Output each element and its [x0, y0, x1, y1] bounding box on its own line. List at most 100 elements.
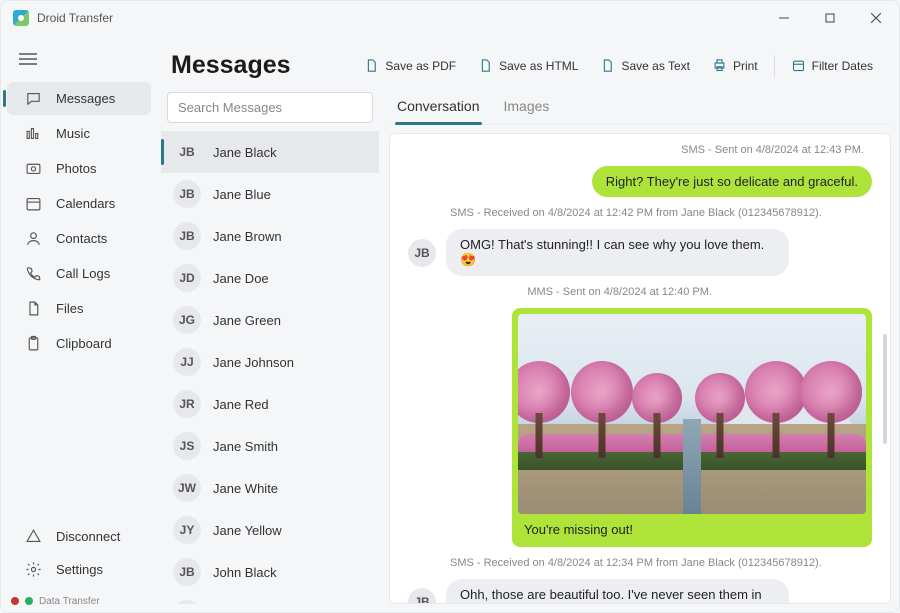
nav-label: Call Logs [56, 266, 110, 281]
photo-icon [25, 160, 42, 177]
nav-label: Contacts [56, 231, 107, 246]
nav: Messages Music Photos Calendars Contacts [1, 82, 157, 520]
hamburger-menu[interactable] [1, 45, 157, 82]
mms-image[interactable] [518, 314, 866, 514]
maximize-button[interactable] [807, 1, 853, 35]
avatar: JB [408, 588, 436, 604]
contact-list[interactable]: JBJane BlackJBJane Blue JB Jane Brown JD Jan… [161, 131, 379, 604]
contact-item[interactable]: JBJane Blue [161, 173, 379, 215]
nav-label: Photos [56, 161, 96, 176]
contact-name: Jane Brown [213, 229, 282, 244]
chat-icon [25, 90, 42, 107]
nav-contacts[interactable]: Contacts [7, 222, 151, 255]
status-dot-red [11, 597, 19, 605]
gear-icon [25, 561, 42, 578]
contact-item[interactable]: JB Jane Brown [161, 215, 379, 257]
received-bubble: Ohh, those are beautiful too. I've never… [446, 579, 789, 604]
titlebar: Droid Transfer [1, 1, 899, 35]
music-icon [25, 125, 42, 142]
contact-item[interactable]: JBJohn Black [161, 551, 379, 593]
sidebar-footer: Disconnect Settings [1, 520, 157, 590]
contact-item[interactable]: JG Jane Green [161, 299, 379, 341]
contact-name: Jane Smith [213, 439, 278, 454]
contact-name: Jane Doe [213, 271, 269, 286]
person-icon [25, 230, 42, 247]
mms-card: You're missing out! [512, 308, 872, 547]
status-text: Data Transfer [39, 596, 100, 607]
page-title: Messages [171, 51, 291, 80]
toolbar: Save as PDF Save as HTML Save as Text Pr… [356, 53, 881, 78]
contact-name: Jane Red [213, 397, 269, 412]
separator [774, 55, 775, 77]
scrollbar[interactable] [883, 334, 887, 444]
avatar: JJ [173, 348, 201, 376]
tabs: Conversation Images [389, 92, 891, 125]
save-text-button[interactable]: Save as Text [592, 53, 697, 78]
contact-item[interactable]: JBJane Black [161, 131, 379, 173]
received-bubble: OMG! That's stunning!! I can see why you… [446, 229, 789, 276]
nav-clipboard[interactable]: Clipboard [7, 327, 151, 360]
nav-settings[interactable]: Settings [7, 553, 151, 586]
nav-music[interactable]: Music [7, 117, 151, 150]
app-icon [13, 10, 29, 26]
avatar: JB [408, 239, 436, 267]
status-bar: Data Transfer [1, 590, 157, 612]
nav-disconnect[interactable]: Disconnect [7, 520, 151, 553]
button-label: Print [733, 59, 758, 73]
nav-calendars[interactable]: Calendars [7, 187, 151, 220]
save-html-button[interactable]: Save as HTML [470, 53, 586, 78]
minimize-button[interactable] [761, 1, 807, 35]
close-button[interactable] [853, 1, 899, 35]
app-window: Droid Transfer Messages Music [0, 0, 900, 613]
nav-label: Clipboard [56, 336, 112, 351]
nav-label: Music [56, 126, 90, 141]
nav-call-logs[interactable]: Call Logs [7, 257, 151, 290]
contact-item[interactable]: JW Jane White [161, 467, 379, 509]
window-controls [761, 1, 899, 35]
avatar: JD [173, 264, 201, 292]
main: Messages Save as PDF Save as HTML Save a… [157, 35, 899, 612]
avatar: JW [173, 474, 201, 502]
sidebar: Messages Music Photos Calendars Contacts [1, 35, 157, 612]
contact-item[interactable]: JD Jane Doe [161, 257, 379, 299]
avatar: JB [173, 558, 201, 586]
contacts-column: Search Messages JBJane BlackJBJane BlueJ… [161, 92, 379, 604]
contact-name: Jane Yellow [213, 523, 282, 538]
search-input[interactable]: Search Messages [167, 92, 373, 123]
nav-label: Files [56, 301, 83, 316]
nav-photos[interactable]: Photos [7, 152, 151, 185]
received-row: JB Ohh, those are beautiful too. I've ne… [408, 579, 872, 604]
contact-item[interactable]: JS Jane Smith [161, 425, 379, 467]
contact-item[interactable]: JBJohn Blue [161, 593, 379, 604]
contact-item[interactable]: JJ Jane Johnson [161, 341, 379, 383]
tab-conversation[interactable]: Conversation [395, 92, 482, 124]
nav-label: Calendars [56, 196, 115, 211]
button-label: Save as HTML [499, 59, 578, 73]
calendar-icon [25, 195, 42, 212]
avatar: JG [173, 306, 201, 334]
contact-name: Jane White [213, 481, 278, 496]
tab-images[interactable]: Images [502, 92, 552, 124]
contact-name: Jane Green [213, 313, 281, 328]
print-button[interactable]: Print [704, 53, 766, 78]
filter-dates-button[interactable]: Filter Dates [783, 53, 881, 78]
avatar: JB [173, 222, 201, 250]
button-label: Filter Dates [812, 59, 873, 73]
header: Messages Save as PDF Save as HTML Save a… [157, 43, 891, 92]
button-label: Save as PDF [385, 59, 456, 73]
nav-files[interactable]: Files [7, 292, 151, 325]
contact-name: Jane Johnson [213, 355, 294, 370]
avatar: JB [173, 600, 201, 604]
clipboard-icon [25, 335, 42, 352]
save-pdf-button[interactable]: Save as PDF [356, 53, 464, 78]
mms-caption: You're missing out! [518, 514, 866, 541]
message-meta: MMS - Sent on 4/8/2024 at 12:40 PM. [408, 286, 872, 298]
contact-item[interactable]: JYJane Yellow [161, 509, 379, 551]
nav-messages[interactable]: Messages [7, 82, 151, 115]
messages-pane[interactable]: SMS - Sent on 4/8/2024 at 12:43 PM. Righ… [389, 133, 891, 604]
avatar: JS [173, 432, 201, 460]
app-title: Droid Transfer [37, 11, 113, 25]
disconnect-icon [25, 528, 42, 545]
button-label: Save as Text [621, 59, 689, 73]
contact-item[interactable]: JRJane Red [161, 383, 379, 425]
